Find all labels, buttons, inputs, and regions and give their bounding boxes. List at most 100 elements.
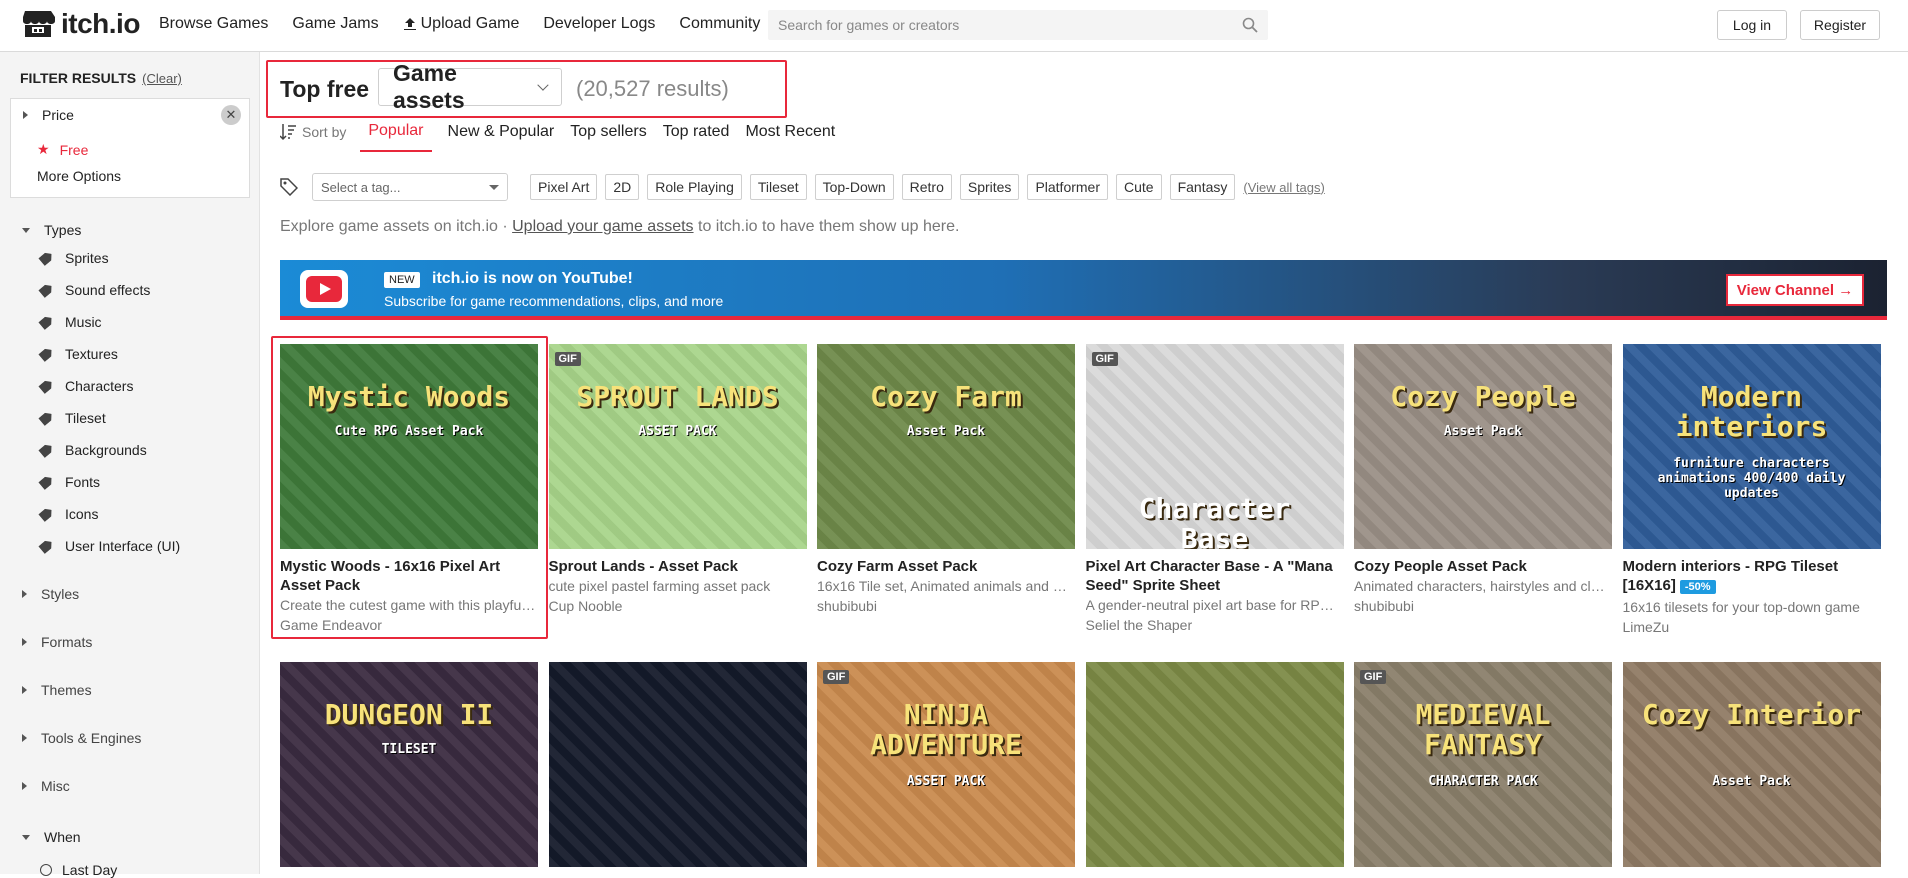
- types-toggle[interactable]: Types: [22, 222, 81, 238]
- game-card[interactable]: MEDIEVAL FANTASY CHARACTER PACK GIF: [1354, 662, 1612, 867]
- game-thumbnail[interactable]: [548, 662, 807, 867]
- sort-tab-popular[interactable]: Popular: [360, 112, 432, 152]
- thumbnail-title: Cozy Interior: [1641, 698, 1862, 731]
- search-icon[interactable]: [1242, 17, 1258, 33]
- sort-tab-top-rated[interactable]: Top rated: [655, 112, 738, 152]
- logo[interactable]: itch.io: [21, 8, 140, 40]
- type-filter-textures[interactable]: Textures: [40, 346, 118, 362]
- search-input[interactable]: Search for games or creators: [768, 10, 1268, 40]
- game-thumbnail[interactable]: Mystic Woods Cute RPG Asset Pack: [280, 344, 538, 549]
- game-card[interactable]: Modern interiors furniture characters ani…: [1622, 344, 1881, 635]
- game-title[interactable]: Pixel Art Character Base - A "Mana Seed"…: [1086, 557, 1344, 595]
- game-thumbnail[interactable]: Cozy Interior Asset Pack: [1622, 662, 1881, 867]
- upload-assets-link[interactable]: Upload your game assets: [512, 218, 693, 235]
- game-card[interactable]: NINJA ADVENTURE ASSET PACK GIF: [817, 662, 1075, 867]
- tag-button-tileset[interactable]: Tileset: [749, 174, 807, 200]
- type-filter-sprites[interactable]: Sprites: [40, 250, 109, 266]
- game-author[interactable]: shubibubi: [1354, 598, 1612, 614]
- game-card[interactable]: Cozy Interior Asset Pack: [1622, 662, 1881, 867]
- game-thumbnail[interactable]: Cozy People Asset Pack: [1354, 344, 1612, 549]
- game-thumbnail[interactable]: Cozy Farm Asset Pack: [817, 344, 1075, 549]
- type-filter-tileset[interactable]: Tileset: [40, 410, 106, 426]
- type-filter-fonts[interactable]: Fonts: [40, 474, 100, 490]
- when-last-day[interactable]: Last Day: [40, 862, 117, 878]
- tag-button-top-down[interactable]: Top-Down: [814, 174, 894, 200]
- section-toggle-styles[interactable]: Styles: [22, 586, 79, 602]
- tag-button-fantasy[interactable]: Fantasy: [1169, 174, 1236, 200]
- game-thumbnail[interactable]: Character Base GIF: [1085, 344, 1344, 549]
- sort-tab-most-recent[interactable]: Most Recent: [737, 112, 843, 152]
- game-title[interactable]: Cozy Farm Asset Pack: [817, 557, 1075, 576]
- game-author[interactable]: LimeZu: [1623, 619, 1881, 635]
- itchio-logo-icon: [23, 11, 55, 37]
- youtube-banner-title: itch.io is now on YouTube!: [432, 270, 633, 287]
- game-title[interactable]: Mystic Woods - 16x16 Pixel Art Asset Pac…: [280, 557, 538, 595]
- price-free-option[interactable]: ★ Free: [37, 141, 88, 158]
- login-button[interactable]: Log in: [1717, 10, 1787, 40]
- game-card[interactable]: Mystic Woods Cute RPG Asset Pack Mystic Wo…: [280, 344, 538, 633]
- game-thumbnail[interactable]: DUNGEON II TILESET: [280, 662, 538, 867]
- section-label: Styles: [41, 586, 80, 602]
- main-nav: Browse Games Game Jams Upload Game Devel…: [159, 15, 760, 33]
- game-card[interactable]: Character Base GIF Pixel Art Character Bas…: [1085, 344, 1344, 633]
- register-button[interactable]: Register: [1800, 10, 1880, 40]
- game-title[interactable]: Modern interiors - RPG Tileset [16X16] -5…: [1623, 557, 1881, 597]
- game-thumbnail[interactable]: MEDIEVAL FANTASY CHARACTER PACK GIF: [1354, 662, 1612, 867]
- nav-community[interactable]: Community: [679, 15, 760, 33]
- game-card[interactable]: [1085, 662, 1344, 867]
- sort-tab-top-sellers[interactable]: Top sellers: [562, 112, 654, 152]
- game-author[interactable]: Cup Nooble: [549, 598, 807, 614]
- type-filter-icons[interactable]: Icons: [40, 506, 98, 522]
- type-filter-sound-effects[interactable]: Sound effects: [40, 282, 150, 298]
- section-toggle-formats[interactable]: Formats: [22, 634, 92, 650]
- tag-button-retro[interactable]: Retro: [901, 174, 952, 200]
- game-author[interactable]: Game Endeavor: [280, 617, 538, 633]
- game-thumbnail[interactable]: SPROUT LANDS ASSET PACK GIF: [548, 344, 807, 549]
- tag-button-pixel-art[interactable]: Pixel Art: [530, 174, 598, 200]
- view-all-tags-link[interactable]: (View all tags): [1243, 180, 1324, 195]
- tag-button-cute[interactable]: Cute: [1116, 174, 1162, 200]
- nav-game-jams[interactable]: Game Jams: [292, 15, 378, 33]
- game-card[interactable]: DUNGEON II TILESET: [280, 662, 538, 867]
- price-toggle[interactable]: Price: [23, 107, 74, 123]
- nav-upload-game[interactable]: Upload Game: [403, 15, 519, 33]
- nav-developer-logs[interactable]: Developer Logs: [543, 15, 655, 33]
- close-icon[interactable]: ✕: [221, 105, 241, 125]
- game-title[interactable]: Cozy People Asset Pack: [1354, 557, 1612, 576]
- game-card[interactable]: [548, 662, 807, 867]
- game-thumbnail[interactable]: NINJA ADVENTURE ASSET PACK GIF: [817, 662, 1075, 867]
- game-thumbnail[interactable]: Modern interiors furniture characters ani…: [1622, 344, 1881, 549]
- section-toggle-themes[interactable]: Themes: [22, 682, 92, 698]
- youtube-banner[interactable]: NEW itch.io is now on YouTube! Subscribe…: [280, 260, 1887, 318]
- type-filter-user-interface-ui[interactable]: User Interface (UI): [40, 538, 180, 554]
- type-filter-music[interactable]: Music: [40, 314, 102, 330]
- game-author[interactable]: shubibubi: [817, 598, 1075, 614]
- game-thumbnail[interactable]: [1085, 662, 1344, 867]
- tag-button-platformer[interactable]: Platformer: [1027, 174, 1109, 200]
- game-card[interactable]: Cozy Farm Asset Pack Cozy Farm Asset Pack 1…: [817, 344, 1075, 614]
- price-free-label: Free: [59, 141, 89, 158]
- game-card[interactable]: Cozy People Asset Pack Cozy People Asset P…: [1354, 344, 1612, 614]
- game-card[interactable]: SPROUT LANDS ASSET PACK GIF Sprout Lands - …: [548, 344, 807, 614]
- more-options-link[interactable]: More Options: [37, 168, 121, 184]
- game-title-text: Pixel Art Character Base - A "Mana Seed"…: [1085, 558, 1333, 594]
- when-toggle[interactable]: When: [22, 829, 81, 845]
- section-toggle-tools-engines[interactable]: Tools & Engines: [22, 730, 141, 746]
- type-filter-characters[interactable]: Characters: [40, 378, 133, 394]
- chevron-right-icon: [22, 590, 27, 598]
- clear-filters-link[interactable]: (Clear): [142, 71, 182, 86]
- type-filter-backgrounds[interactable]: Backgrounds: [40, 442, 147, 458]
- thumbnail-title: DUNGEON II: [324, 698, 494, 731]
- section-toggle-misc[interactable]: Misc: [22, 778, 70, 794]
- tag-button-sprites[interactable]: Sprites: [959, 174, 1020, 200]
- tag-select[interactable]: Select a tag...: [312, 173, 508, 201]
- sort-tab-new-popular[interactable]: New & Popular: [440, 112, 563, 152]
- category-select[interactable]: Game assets: [378, 60, 562, 113]
- tag-button-role-playing[interactable]: Role Playing: [647, 174, 742, 200]
- view-channel-button[interactable]: View Channel →: [1726, 274, 1864, 306]
- game-title[interactable]: Sprout Lands - Asset Pack: [549, 557, 807, 576]
- nav-browse-games[interactable]: Browse Games: [159, 15, 268, 33]
- tag-button-2d[interactable]: 2D: [605, 174, 640, 200]
- thumbnail-subtitle: Asset Pack: [1712, 774, 1791, 789]
- game-author[interactable]: Seliel the Shaper: [1086, 617, 1344, 633]
